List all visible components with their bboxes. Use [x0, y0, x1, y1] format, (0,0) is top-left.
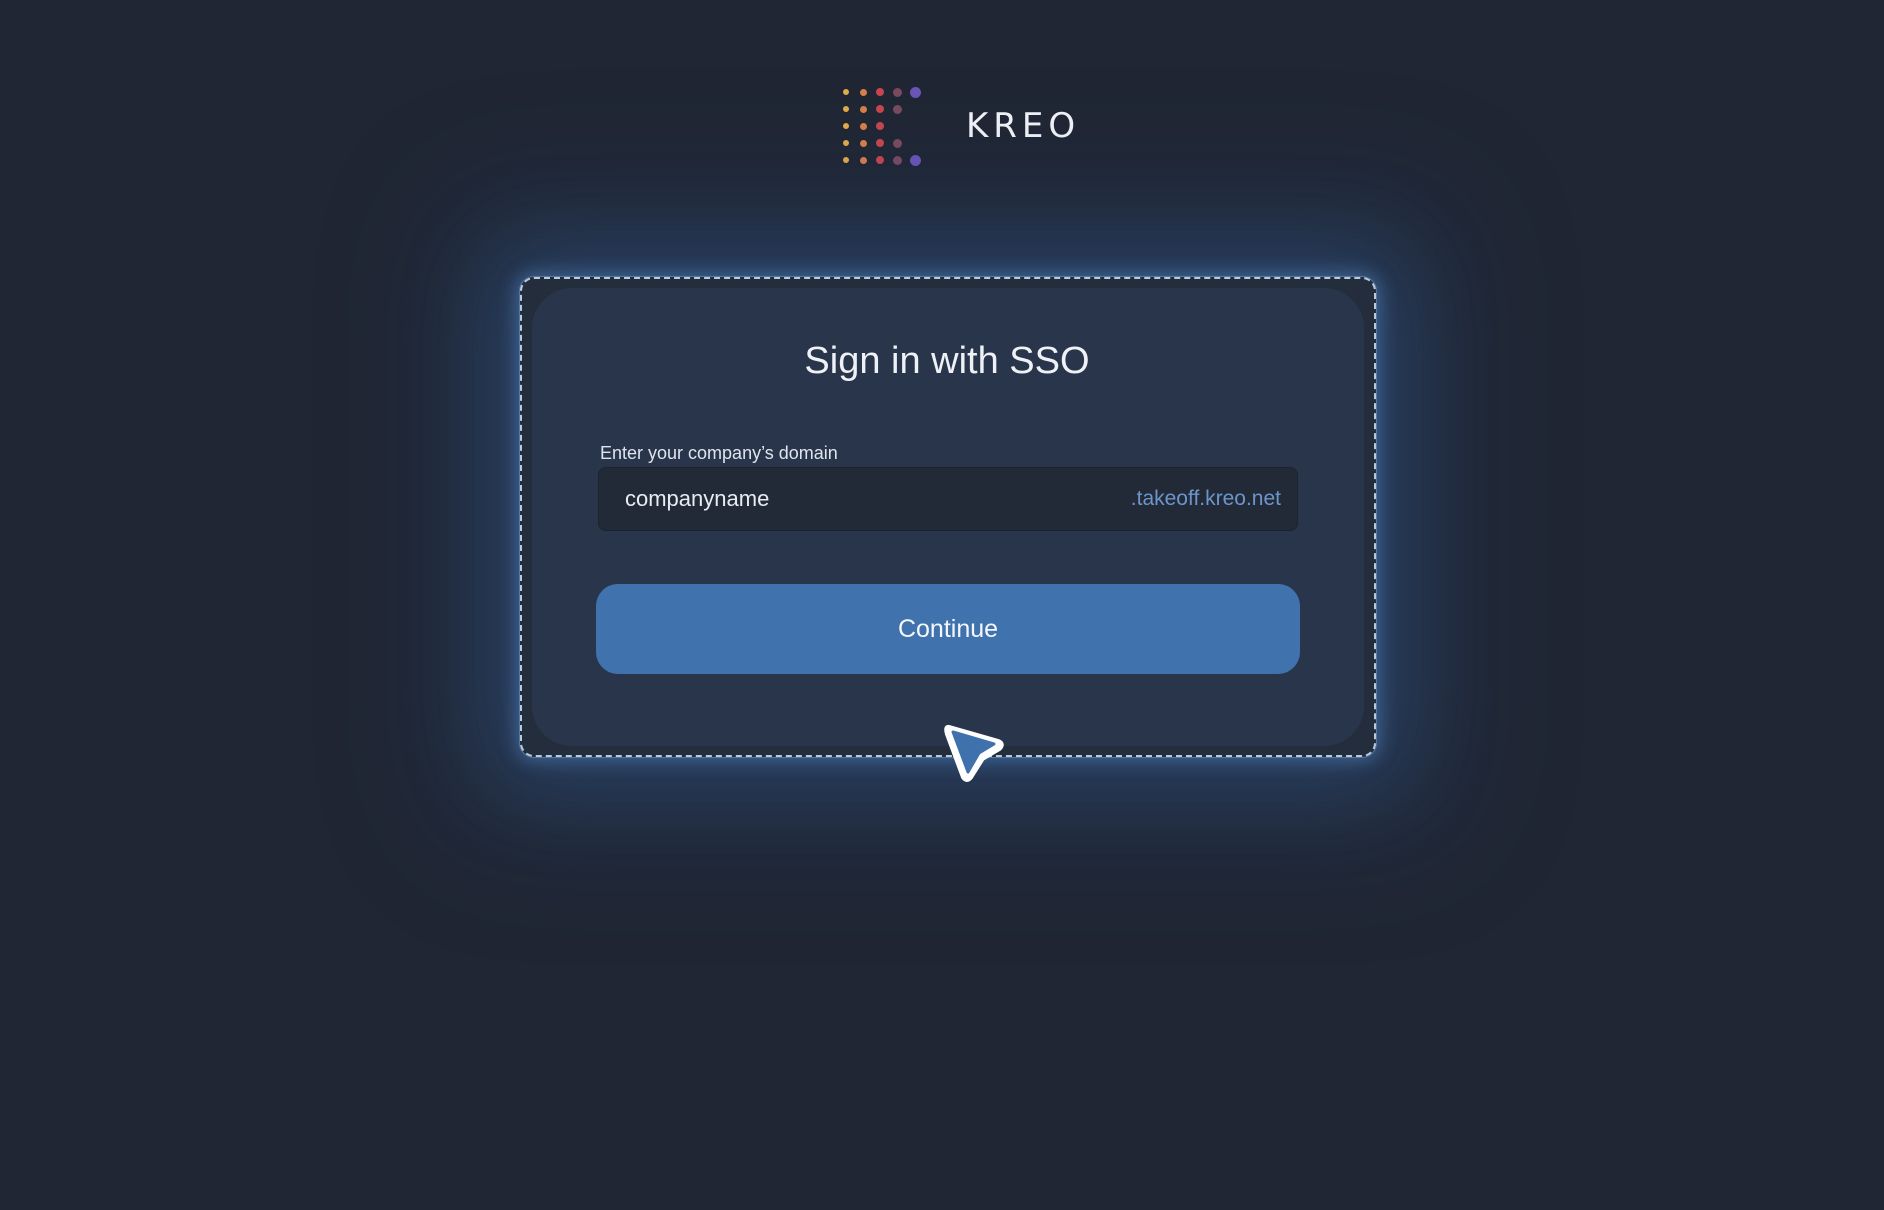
logo-dot — [843, 123, 849, 129]
logo-dot — [876, 156, 884, 164]
kreo-dots-icon — [840, 84, 924, 168]
domain-suffix: .takeoff.kreo.net — [1130, 487, 1281, 510]
page-title: Sign in with SSO — [804, 340, 1090, 382]
logo-dot — [859, 139, 867, 147]
logo-dot — [876, 105, 884, 113]
logo-dot — [892, 138, 902, 148]
logo-dot — [843, 140, 849, 146]
logo-dot — [843, 106, 849, 112]
logo-dot — [876, 122, 884, 130]
logo-dot — [909, 154, 921, 166]
logo-dot — [909, 86, 921, 98]
logo-dot — [892, 155, 902, 165]
logo-dot — [859, 122, 867, 130]
sso-page: KREO Sign in with SSO Enter your company… — [0, 0, 1884, 1210]
domain-label: Enter your company’s domain — [600, 443, 838, 463]
logo-dot — [843, 157, 849, 163]
logo-dot — [892, 104, 902, 114]
kreo-logo: KREO — [840, 84, 1080, 168]
logo-dot — [859, 88, 867, 96]
brand-name: KREO — [966, 106, 1081, 146]
domain-input[interactable] — [625, 486, 1131, 512]
logo-dot — [859, 156, 867, 164]
logo-dot — [843, 89, 849, 95]
continue-button[interactable]: Continue — [596, 584, 1300, 674]
pointer-cursor-icon — [944, 724, 1004, 782]
logo-dot — [876, 139, 884, 147]
domain-field[interactable]: .takeoff.kreo.net — [598, 467, 1298, 531]
logo-dot — [892, 87, 902, 97]
logo-dot — [859, 105, 867, 113]
logo-dot — [876, 88, 884, 96]
